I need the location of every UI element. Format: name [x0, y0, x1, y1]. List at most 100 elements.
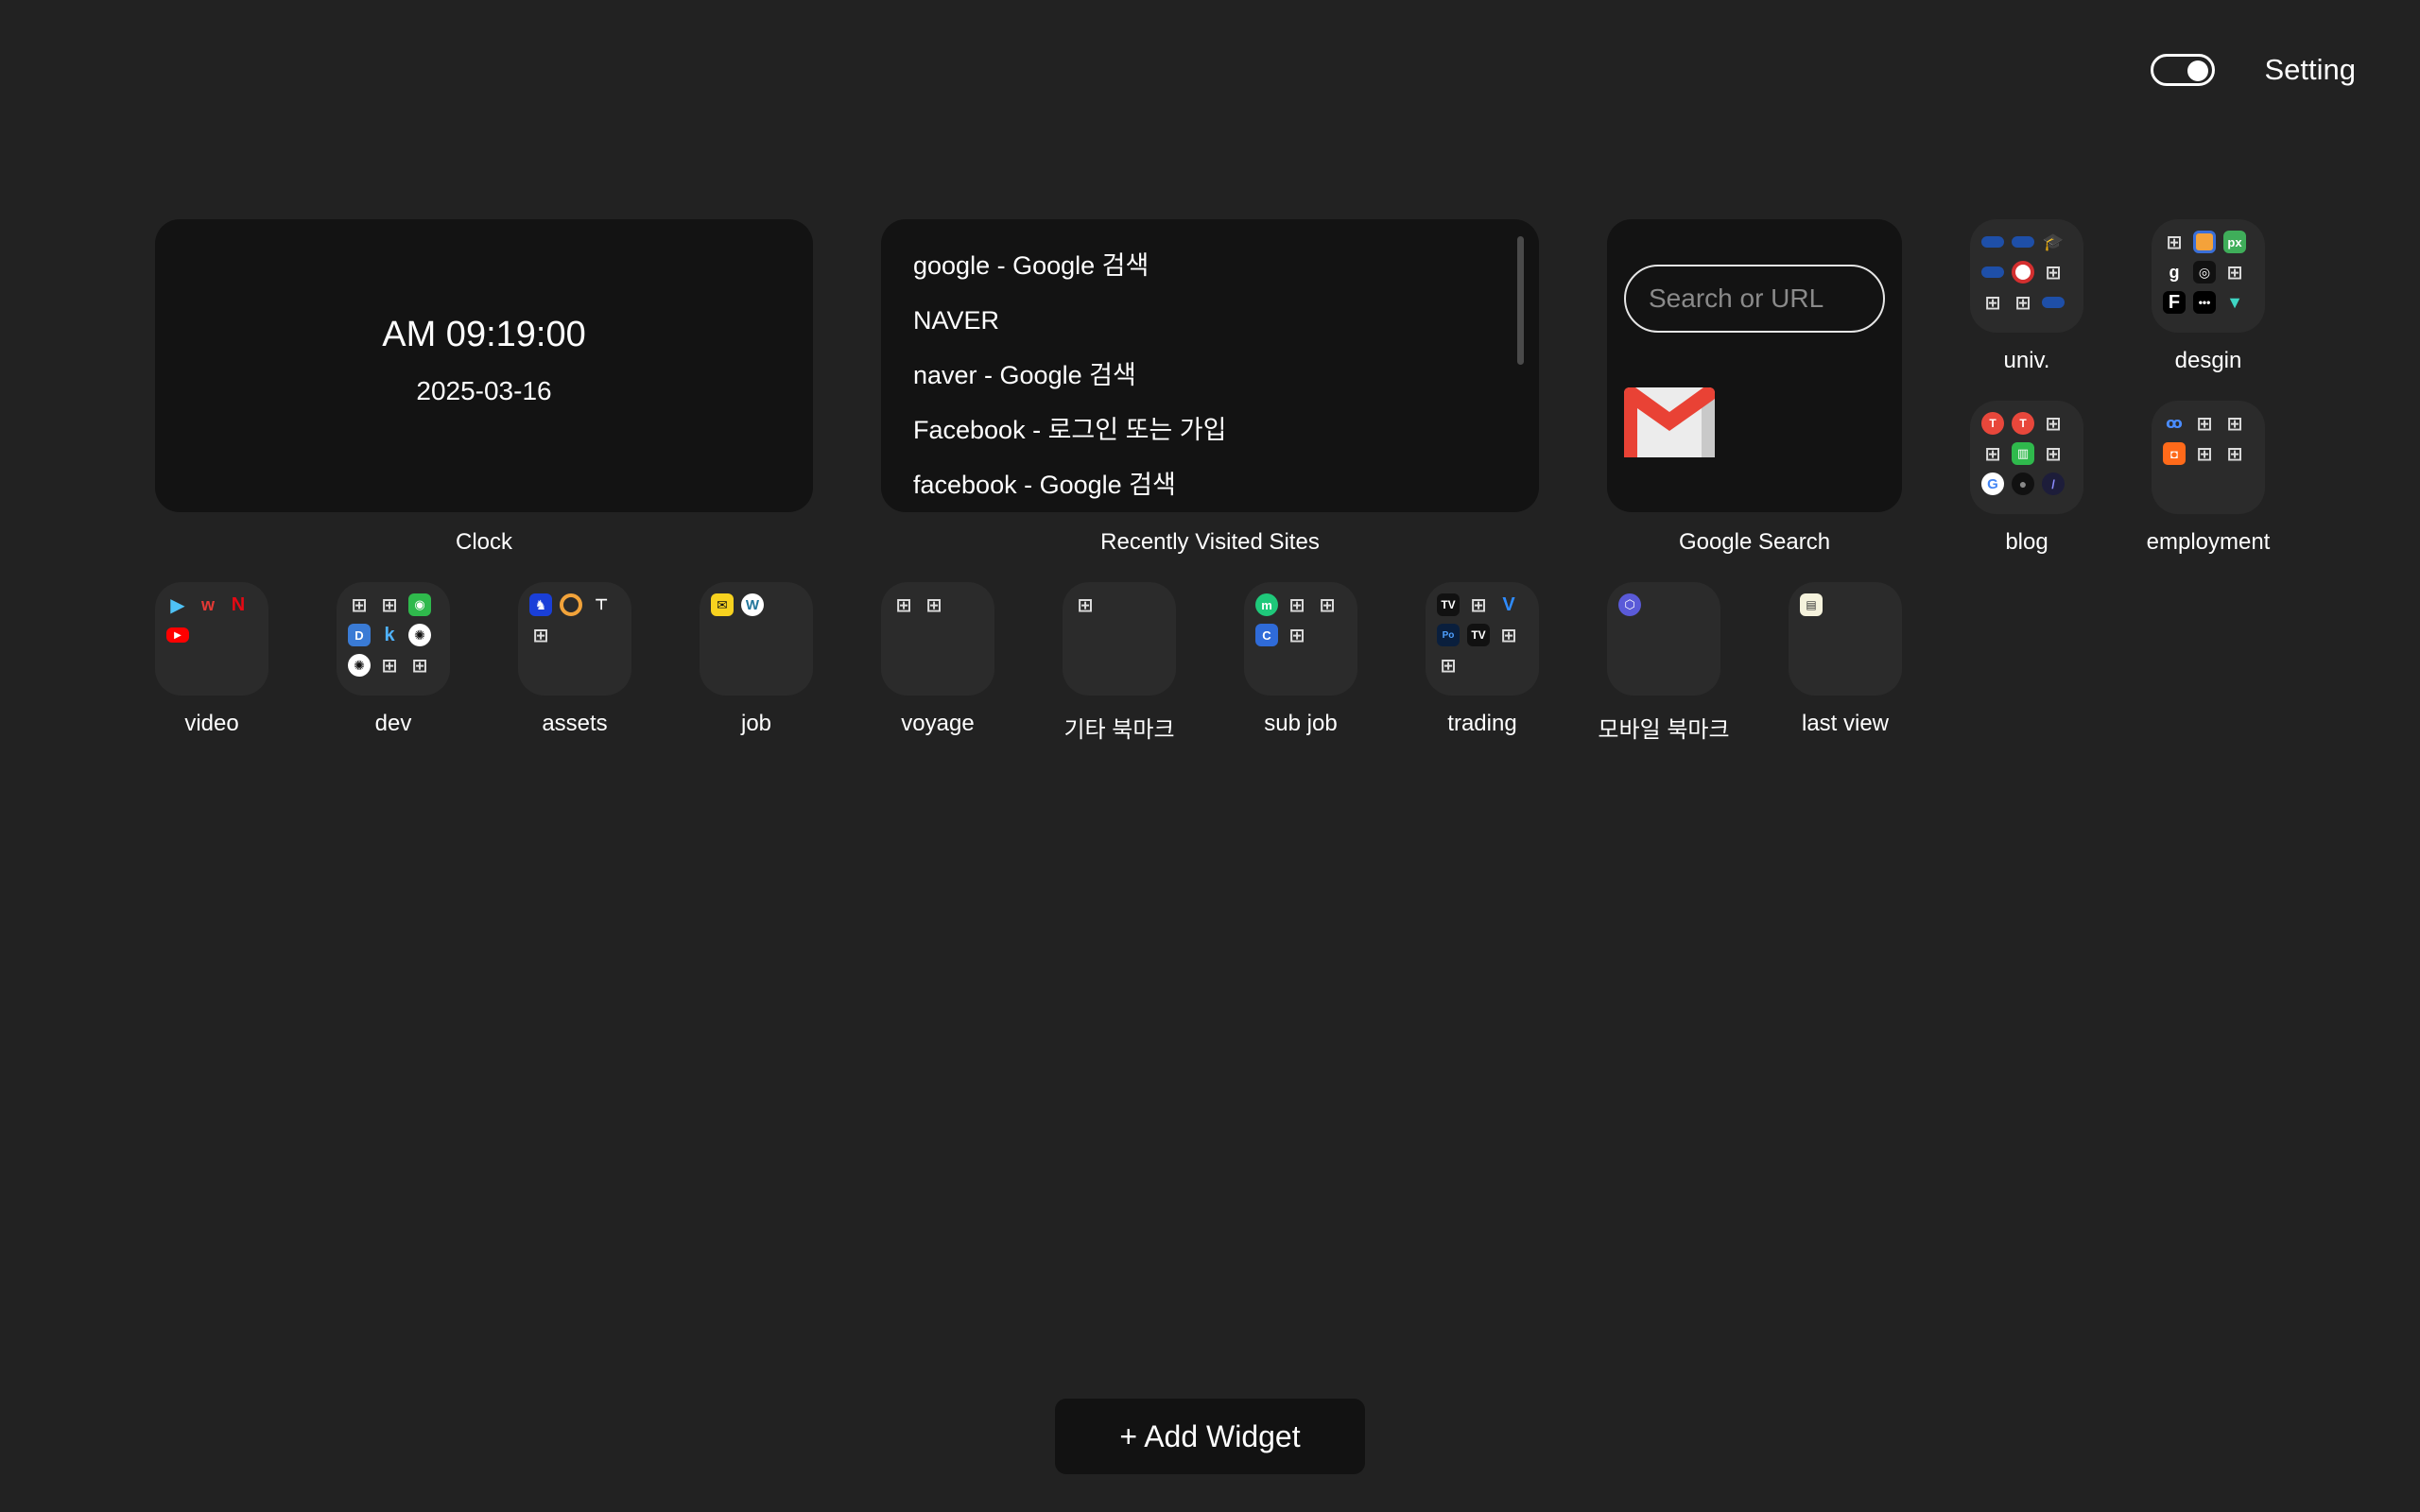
app-grid-icon: ⊞	[1077, 594, 1094, 616]
folder-assets[interactable]: ♞ ⊤ ⊞	[518, 582, 631, 696]
setting-link[interactable]: Setting	[2264, 53, 2356, 87]
tistory-icon: T	[2012, 412, 2034, 435]
folder-univ[interactable]: 🎓 ⊞ ⊞ ⊞	[1970, 219, 2083, 333]
folder-lastview[interactable]: ▤	[1789, 582, 1902, 696]
app-grid-icon: ⊞	[2045, 262, 2062, 284]
graduation-cap-icon: 🎓	[2042, 232, 2065, 251]
univ-app-icon	[1981, 236, 2004, 248]
toggle-knob	[2187, 60, 2209, 81]
univ-app-icon	[2042, 297, 2065, 308]
openai-icon: ✺	[348, 654, 371, 677]
mobile-app-icon: ⬡	[1618, 593, 1641, 616]
folder-subjob-label: sub job	[1264, 711, 1338, 736]
recent-sites-widget: google - Google 검색 NAVER naver - Google …	[881, 219, 1539, 512]
folder-trading-label: trading	[1447, 711, 1517, 736]
tradingview-icon: TV	[1467, 624, 1490, 646]
folder-other-bookmarks[interactable]: ⊞	[1063, 582, 1176, 696]
folder-desgin[interactable]: ⊞ px g ◎ ⊞ F ••• ▼	[2152, 219, 2265, 333]
wordpress-icon: W	[741, 593, 764, 616]
app-grid-icon: ⊞	[1288, 625, 1305, 646]
v-logo-icon: V	[1502, 593, 1515, 615]
google-search-widget	[1607, 219, 1902, 512]
assets-app-icon	[560, 593, 582, 616]
folder-dev[interactable]: ⊞ ⊞ ◉ D k ✺ ✺ ⊞ ⊞	[337, 582, 450, 696]
folder-subjob[interactable]: m ⊞ ⊞ C ⊞	[1244, 582, 1357, 696]
add-widget-button[interactable]: + Add Widget	[1055, 1399, 1365, 1474]
folder-video[interactable]: ▶ w N ▶	[155, 582, 268, 696]
folder-mobile-bookmarks[interactable]: ⬡	[1607, 582, 1720, 696]
folder-voyage[interactable]: ⊞ ⊞	[881, 582, 994, 696]
gmail-icon[interactable]	[1624, 387, 1715, 457]
top-bar: Setting	[2151, 53, 2356, 87]
folder-other-bookmarks-label: 기타 북마크	[1063, 717, 1175, 743]
app-grid-icon: ⊞	[2226, 443, 2243, 465]
app-grid-icon: ⊞	[925, 594, 942, 616]
openai-icon: ✺	[408, 624, 431, 646]
recent-sites-list: google - Google 검색 NAVER naver - Google …	[913, 238, 1226, 512]
univ-app-icon	[2012, 236, 2034, 248]
app-grid-icon: ⊞	[1984, 292, 2001, 314]
mail-app-icon: ✉	[711, 593, 734, 616]
univ-logo-icon	[2012, 261, 2034, 284]
folder-job-label: job	[740, 711, 772, 736]
folder-job[interactable]: ✉ W	[700, 582, 813, 696]
recent-sites-label: Recently Visited Sites	[1100, 529, 1320, 555]
google-icon: G	[1981, 472, 2004, 495]
folder-blog[interactable]: T T ⊞ ⊞ ▥ ⊞ G ● /	[1970, 401, 2083, 514]
app-grid-icon: ⊞	[2014, 292, 2031, 314]
folder-voyage-label: voyage	[901, 711, 975, 736]
app-grid-icon: ⊞	[1984, 443, 2001, 465]
recent-site-item[interactable]: NAVER	[913, 293, 1226, 348]
app-grid-icon: ⊞	[2045, 413, 2062, 435]
univ-app-icon	[1981, 266, 2004, 278]
recent-site-item[interactable]: facebook - Google 검색	[913, 457, 1226, 512]
app-grid-icon: ⊞	[2196, 443, 2213, 465]
folder-blog-label: blog	[2005, 529, 2048, 555]
google-play-icon: ▶	[170, 594, 185, 616]
employment-app-icon: ◘	[2163, 442, 2186, 465]
clock-time: AM 09:19:00	[382, 314, 586, 354]
chart-app-icon: ▥	[2012, 442, 2034, 465]
folder-desgin-label: desgin	[2174, 348, 2242, 373]
m-logo-icon: m	[1255, 593, 1278, 616]
app-grid-icon: ⊞	[2196, 413, 2213, 435]
tistory-icon: T	[1981, 412, 2004, 435]
px-icon: px	[2223, 231, 2246, 253]
app-grid-icon: ⊞	[1470, 594, 1487, 616]
clock-widget: AM 09:19:00 2025-03-16	[155, 219, 813, 512]
g-logo-icon: g	[2169, 262, 2180, 282]
folder-univ-label: univ.	[2003, 348, 2050, 373]
app-grid-icon: ⊞	[381, 655, 398, 677]
trading-app-icon: Po	[1437, 624, 1460, 646]
clock-date: 2025-03-16	[416, 375, 552, 405]
app-grid-icon: ⊞	[895, 594, 912, 616]
folder-employment-label: employment	[2146, 529, 2271, 555]
github-icon: ●	[2012, 472, 2034, 495]
app-grid-icon: ⊞	[2226, 262, 2243, 284]
assets-app-icon: ♞	[529, 593, 552, 616]
app-grid-icon: ⊞	[381, 594, 398, 616]
app-grid-icon: ⊞	[2226, 413, 2243, 435]
recent-site-item[interactable]: google - Google 검색	[913, 238, 1226, 293]
folder-trading[interactable]: TV ⊞ V Po TV ⊞ ⊞	[1426, 582, 1539, 696]
folder-employment[interactable]: ꝏ ⊞ ⊞ ◘ ⊞ ⊞	[2152, 401, 2265, 514]
app-grid-icon: ⊞	[411, 655, 428, 677]
d-logo-icon: D	[348, 624, 371, 646]
lastview-app-icon: ▤	[1800, 593, 1823, 616]
dev-app-icon: ◉	[408, 593, 431, 616]
recent-site-item[interactable]: naver - Google 검색	[913, 348, 1226, 403]
search-input[interactable]	[1624, 265, 1885, 333]
figma-f-icon: F	[2163, 291, 2186, 314]
assets-app-icon: ⊤	[594, 597, 609, 613]
recent-site-item[interactable]: Facebook - 로그인 또는 가입	[913, 403, 1226, 457]
app-grid-icon: ⊞	[532, 625, 549, 646]
recent-scrollbar[interactable]	[1517, 236, 1524, 365]
theme-toggle[interactable]	[2151, 54, 2216, 86]
app-grid-icon: ⊞	[1440, 655, 1457, 677]
subjob-app-icon: C	[1255, 624, 1278, 646]
app-grid-icon: ⊞	[2045, 443, 2062, 465]
vector-v-icon: ▼	[2226, 292, 2243, 312]
folder-assets-label: assets	[542, 711, 608, 736]
tradingview-icon: TV	[1437, 593, 1460, 616]
folder-mobile-bookmarks-label: 모바일 북마크	[1598, 717, 1730, 743]
